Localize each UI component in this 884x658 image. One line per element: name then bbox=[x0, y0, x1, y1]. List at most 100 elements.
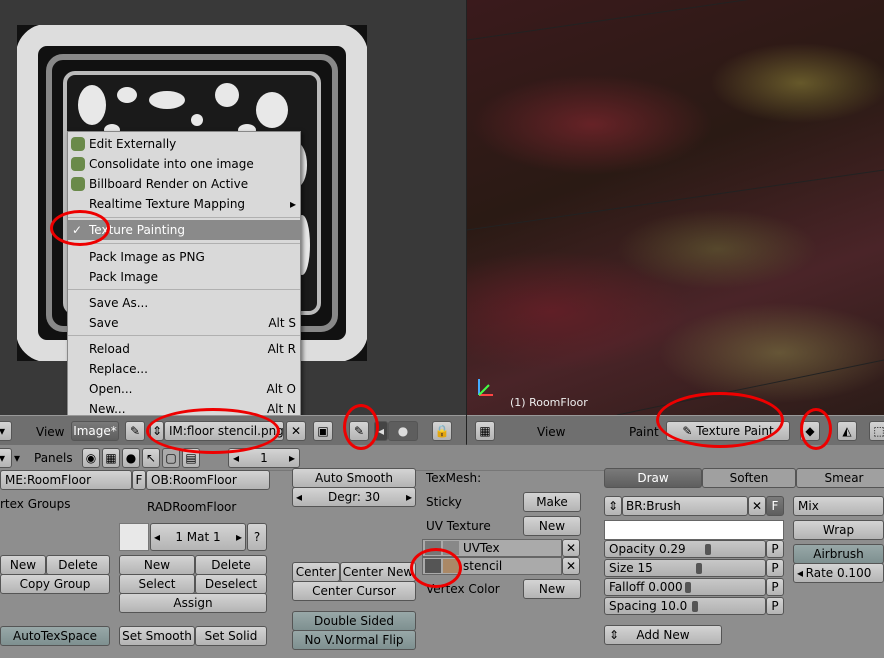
image-name-field[interactable]: IM:floor stencil.png bbox=[164, 421, 284, 441]
mesh-fake-user-button[interactable]: F bbox=[132, 470, 146, 490]
center-new-button[interactable]: Center New bbox=[340, 562, 416, 582]
brush-name-field[interactable]: BR:Brush bbox=[622, 496, 748, 516]
grid-icon[interactable] bbox=[425, 559, 441, 573]
frame-field[interactable]: ◂ 1 ▸ bbox=[228, 448, 300, 468]
editor-type-button[interactable]: ▾ bbox=[0, 421, 12, 441]
vertex-color-new-button[interactable]: New bbox=[523, 579, 581, 599]
draw-mode-icon[interactable]: ◂ bbox=[374, 421, 388, 441]
menu-item-save-as[interactable]: Save As... bbox=[68, 293, 300, 313]
help-button[interactable]: ? bbox=[247, 523, 267, 551]
3d-viewport[interactable]: (1) RoomFloor bbox=[467, 0, 884, 415]
center-cursor-button[interactable]: Center Cursor bbox=[292, 581, 416, 601]
chevron-left-icon[interactable]: ◂ bbox=[296, 488, 302, 506]
chevron-left-icon[interactable]: ◂ bbox=[797, 564, 803, 582]
script-icon[interactable]: ▦ bbox=[102, 448, 120, 468]
slider-knob[interactable] bbox=[685, 582, 691, 593]
material-select-button[interactable]: Select bbox=[119, 574, 195, 594]
texture-paint-toggle-icon[interactable]: ✎ bbox=[349, 421, 369, 441]
close-icon[interactable]: ✕ bbox=[562, 539, 580, 557]
viewport-view-menu[interactable]: View bbox=[537, 425, 565, 439]
center-button[interactable]: Center bbox=[292, 562, 340, 582]
airbrush-toggle[interactable]: Airbrush bbox=[793, 544, 884, 564]
spacing-pressure-button[interactable]: P bbox=[766, 597, 784, 615]
opacity-pressure-button[interactable]: P bbox=[766, 540, 784, 558]
uv-layer-row[interactable]: UVTex bbox=[422, 539, 562, 557]
slider-knob[interactable] bbox=[695, 563, 702, 574]
brush-color-swatch[interactable] bbox=[604, 520, 784, 540]
brush-browse-icon[interactable]: ⇕ bbox=[604, 496, 622, 516]
slider-knob[interactable] bbox=[705, 544, 712, 555]
paint-menu[interactable]: Paint bbox=[629, 425, 659, 439]
texmesh-field[interactable]: TexMesh: bbox=[426, 471, 481, 485]
menu-item-reload[interactable]: Reload Alt R bbox=[68, 339, 300, 359]
add-new-button[interactable]: ⇕ Add New bbox=[604, 625, 722, 645]
material-index-field[interactable]: ◂ 1 Mat 1 ▸ bbox=[150, 523, 246, 551]
opacity-slider[interactable]: Opacity 0.29 bbox=[604, 540, 766, 558]
set-solid-button[interactable]: Set Solid bbox=[195, 626, 267, 646]
mode-select[interactable]: ✎ Texture Paint bbox=[666, 421, 790, 441]
chevron-right-icon[interactable]: ▸ bbox=[406, 488, 412, 506]
uv-texture-new-button[interactable]: New bbox=[523, 516, 581, 536]
buttons-type-button[interactable]: ▾ bbox=[0, 448, 12, 468]
brush-fake-user-button[interactable]: F bbox=[766, 496, 784, 516]
falloff-slider[interactable]: Falloff 0.000 bbox=[604, 578, 766, 596]
material-deselect-button[interactable]: Deselect bbox=[195, 574, 267, 594]
sticky-make-button[interactable]: Make bbox=[523, 492, 581, 512]
menu-item-billboard-render[interactable]: Billboard Render on Active bbox=[68, 174, 300, 194]
copy-group-button[interactable]: Copy Group bbox=[0, 574, 110, 594]
material-new-button[interactable]: New bbox=[119, 555, 195, 575]
area-divider[interactable] bbox=[466, 0, 467, 444]
chevron-left-icon[interactable]: ◂ bbox=[154, 524, 160, 550]
close-icon[interactable]: ✕ bbox=[286, 421, 306, 441]
menu-item-save[interactable]: Save Alt S bbox=[68, 313, 300, 333]
frame-decrement-icon[interactable]: ◂ bbox=[233, 449, 239, 467]
grid-icon[interactable] bbox=[425, 541, 441, 555]
manipulator-icon[interactable]: ⬚ bbox=[869, 421, 884, 441]
close-icon[interactable]: ✕ bbox=[748, 496, 766, 516]
tab-draw[interactable]: Draw bbox=[604, 468, 702, 488]
material-assign-button[interactable]: Assign bbox=[119, 593, 267, 613]
no-vnormal-flip-toggle[interactable]: No V.Normal Flip bbox=[292, 630, 416, 650]
falloff-pressure-button[interactable]: P bbox=[766, 578, 784, 596]
pivot-icon[interactable]: ◭ bbox=[837, 421, 857, 441]
size-pressure-button[interactable]: P bbox=[766, 559, 784, 577]
editing-icon[interactable]: ▢ bbox=[162, 448, 180, 468]
vgroup-new-button[interactable]: New bbox=[0, 555, 46, 575]
collapse-icon[interactable]: ▾ bbox=[14, 451, 20, 465]
blend-mode-select[interactable]: Mix bbox=[793, 496, 884, 516]
spacing-slider[interactable]: Spacing 10.0 bbox=[604, 597, 766, 615]
menu-item-pack-image[interactable]: Pack Image bbox=[68, 267, 300, 287]
menu-item-pack-png[interactable]: Pack Image as PNG bbox=[68, 247, 300, 267]
autotexspace-toggle[interactable]: AutoTexSpace bbox=[0, 626, 110, 646]
view-menu[interactable]: View bbox=[36, 425, 64, 439]
menu-item-open[interactable]: Open... Alt O bbox=[68, 379, 300, 399]
shading-icon[interactable]: ● bbox=[122, 448, 140, 468]
menu-item-edit-externally[interactable]: Edit Externally bbox=[68, 134, 300, 154]
object-icon[interactable]: ↖ bbox=[142, 448, 160, 468]
close-icon[interactable]: ✕ bbox=[562, 557, 580, 575]
object-name-field[interactable]: OB:RoomFloor bbox=[146, 470, 270, 490]
menu-item-texture-painting[interactable]: ✓ Texture Painting bbox=[68, 220, 300, 240]
image-icon[interactable] bbox=[443, 559, 459, 573]
set-smooth-button[interactable]: Set Smooth bbox=[119, 626, 195, 646]
image-browse-button[interactable]: ⇕ bbox=[150, 421, 164, 441]
image-paint-icon[interactable]: ✎ bbox=[125, 421, 145, 441]
image-icon[interactable] bbox=[443, 541, 459, 555]
lock-icon[interactable]: 🔒 bbox=[432, 421, 452, 441]
wrap-toggle[interactable]: Wrap bbox=[793, 520, 884, 540]
uv-layer-row[interactable]: stencil bbox=[422, 557, 562, 575]
mesh-name-field[interactable]: ME:RoomFloor bbox=[0, 470, 132, 490]
double-sided-toggle[interactable]: Double Sided bbox=[292, 611, 416, 631]
vertex-icon[interactable]: ● bbox=[388, 421, 418, 441]
shading-icon[interactable]: ◆ bbox=[800, 421, 820, 441]
menu-item-consolidate[interactable]: Consolidate into one image bbox=[68, 154, 300, 174]
scene-icon[interactable]: ▤ bbox=[182, 448, 200, 468]
frame-increment-icon[interactable]: ▸ bbox=[289, 449, 295, 467]
logic-icon[interactable]: ◉ bbox=[82, 448, 100, 468]
chevron-right-icon[interactable]: ▸ bbox=[236, 524, 242, 550]
tab-soften[interactable]: Soften bbox=[702, 468, 796, 488]
pack-icon[interactable]: ▣ bbox=[313, 421, 333, 441]
vgroup-delete-button[interactable]: Delete bbox=[46, 555, 110, 575]
menu-item-replace[interactable]: Replace... bbox=[68, 359, 300, 379]
degr-field[interactable]: ◂ Degr: 30 ▸ bbox=[292, 487, 416, 507]
